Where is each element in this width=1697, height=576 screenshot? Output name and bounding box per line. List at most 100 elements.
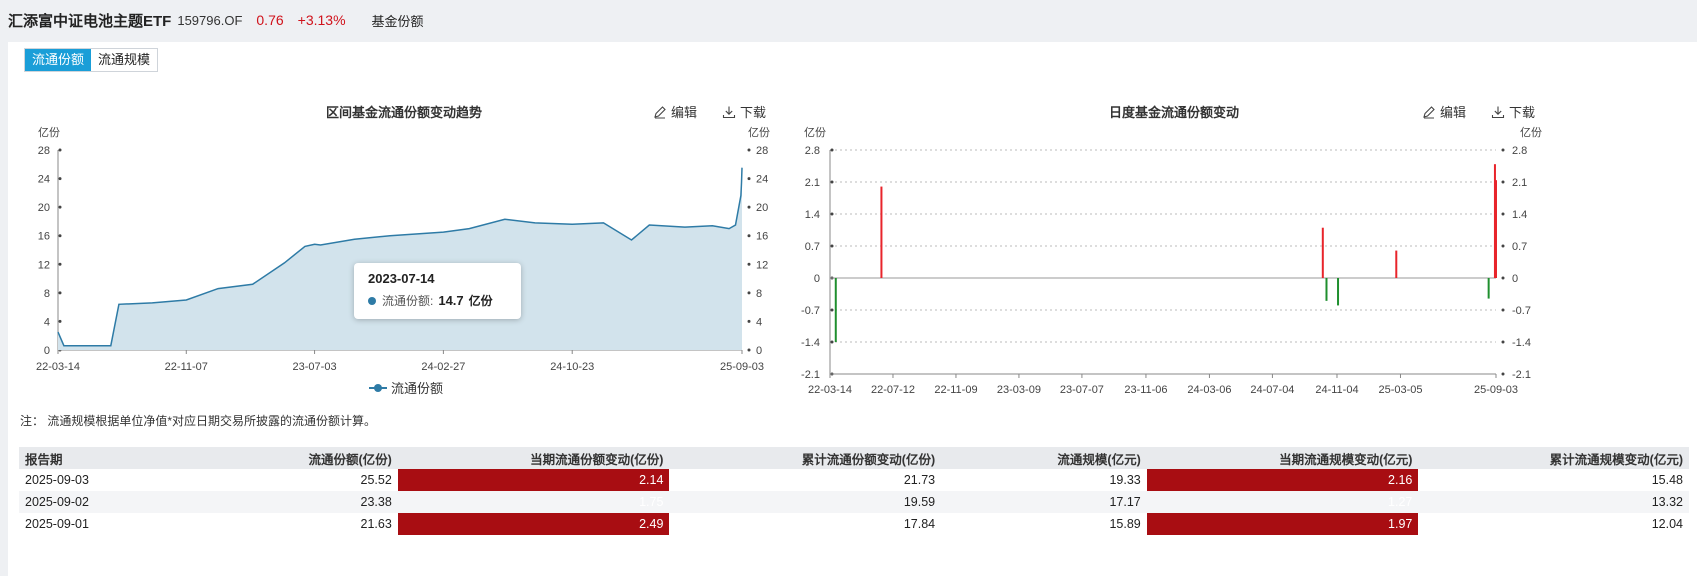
x-tick-label: 23-03-09 — [997, 384, 1041, 396]
y-tick-mark — [830, 180, 834, 184]
y-tick-label-right: 0 — [1512, 273, 1518, 285]
chart-legend[interactable]: 流通份额 — [369, 378, 443, 397]
col-period-scale-change[interactable]: 当期流通规模变动(亿元) — [1146, 447, 1419, 469]
shares-table: 报告期 流通份额(亿份) 当期流通份额变动(亿份) 累计流通份额变动(亿份) 流… — [19, 447, 1689, 535]
col-circulating-scale[interactable]: 流通规模(亿元) — [941, 447, 1147, 469]
y-tick-label-right: 0.7 — [1512, 241, 1527, 253]
x-tick-label: 25-03-05 — [1378, 384, 1422, 396]
fund-change: +3.13% — [297, 12, 346, 28]
y-tick-label-left: 2.1 — [805, 177, 820, 189]
y-tick-mark — [1501, 180, 1505, 184]
cell-cumulative-shares-change: 19.59 — [669, 491, 942, 513]
y-tick-mark — [1501, 308, 1505, 312]
col-period-shares-change[interactable]: 当期流通份额变动(亿份) — [397, 447, 670, 469]
y-tick-label-right: -0.7 — [1512, 305, 1531, 317]
tooltip-series-label: 流通份额: — [382, 294, 434, 308]
daily-change-bar — [1395, 250, 1398, 278]
fund-name: 汇添富中证电池主题ETF — [8, 12, 172, 30]
y-tick-label-right: -1.4 — [1512, 337, 1531, 349]
legend-line-marker — [369, 383, 387, 393]
footnote: 注： 流通规模根据单位净值*对应日期交易所披露的流通份额计算。 — [20, 414, 377, 428]
y-tick-label-right: 2.1 — [1512, 177, 1527, 189]
table-row: 2025-09-02 23.38 1.75 19.59 17.17 1.27 1… — [19, 491, 1689, 513]
daily-change-bar — [1337, 278, 1340, 306]
daily-change-bar — [1487, 278, 1490, 299]
x-tick-label: 25-09-03 — [1474, 384, 1518, 396]
tooltip-value: 14.7 — [438, 293, 464, 308]
x-tick-label: 24-07-04 — [1250, 384, 1294, 396]
y-tick-mark — [1501, 276, 1505, 280]
cell-cumulative-shares-change: 21.73 — [903, 473, 936, 487]
y-tick-mark — [1501, 340, 1505, 344]
cell-period-shares-change: 2.49 — [397, 513, 670, 535]
y-tick-label-left: -2.1 — [801, 369, 820, 381]
daily-change-bar — [1325, 278, 1328, 301]
y-axis-unit-left: 亿份 — [804, 126, 826, 139]
y-tick-label-right: 1.4 — [1512, 209, 1527, 221]
x-tick-label: 24-03-06 — [1187, 384, 1231, 396]
daily-change-bar — [834, 278, 837, 342]
daily-change-bar — [1495, 180, 1497, 278]
cell-period-shares-change: 2.14 — [397, 469, 670, 491]
x-tick-label: 22-03-14 — [808, 384, 852, 396]
y-tick-mark — [1501, 372, 1505, 376]
y-tick-mark — [830, 308, 834, 312]
y-tick-label-left: -0.7 — [801, 305, 820, 317]
x-tick-label: 23-11-06 — [1124, 384, 1167, 396]
y-tick-label-left: 2.8 — [805, 145, 820, 157]
table-row: 2025-09-03 25.52 2.14 21.73 19.33 2.16 1… — [19, 469, 1689, 491]
y-tick-label-left: -1.4 — [801, 337, 820, 349]
col-cumulative-scale-change[interactable]: 累计流通规模变动(亿元) — [1418, 447, 1689, 469]
y-tick-mark — [830, 340, 834, 344]
y-tick-mark — [1501, 244, 1505, 248]
x-tick-label: 24-11-04 — [1315, 384, 1358, 396]
y-tick-mark — [830, 148, 834, 152]
y-tick-label-left: 1.4 — [805, 209, 820, 221]
tooltip-unit: 亿份 — [468, 294, 493, 308]
cell-scale: 17.17 — [941, 491, 1147, 513]
cell-cumulative-shares-change: 17.84 — [903, 517, 936, 531]
fund-price: 0.76 — [256, 12, 284, 28]
y-tick-mark — [830, 212, 834, 216]
cell-date: 2025-09-01 — [25, 517, 89, 531]
cell-shares: 23.38 — [181, 491, 398, 513]
col-circulating-shares[interactable]: 流通份额(亿份) — [181, 447, 398, 469]
daily-change-bar — [880, 186, 883, 278]
y-tick-label-left: 0.7 — [805, 241, 820, 253]
cell-scale: 19.33 — [1109, 473, 1141, 487]
y-axis-unit-right: 亿份 — [1520, 126, 1542, 139]
cell-cumulative-scale-change: 12.04 — [1651, 517, 1683, 531]
content-card: 流通份额 流通规模 区间基金流通份额变动趋势 编辑 下载 日度基金流通份额变动 … — [8, 42, 1697, 576]
cell-date: 2025-09-02 — [19, 491, 182, 513]
fund-code: 159796.OF — [177, 12, 243, 28]
cell-period-scale-change: 1.27 — [1146, 491, 1419, 513]
cell-cumulative-scale-change: 15.48 — [1651, 473, 1683, 487]
cell-period-shares-change: 1.75 — [397, 491, 670, 513]
tooltip-date: 2023-07-14 — [368, 271, 435, 286]
fund-header: 汇添富中证电池主题ETF 159796.OF 0.76 +3.13% 基金份额 — [0, 0, 1697, 40]
cell-shares: 25.52 — [360, 473, 392, 487]
chart-tooltip: 2023-07-14 流通份额: 14.7 亿份 — [354, 263, 521, 319]
cell-cumulative-scale-change: 13.32 — [1418, 491, 1689, 513]
y-tick-label-left: 0 — [814, 273, 820, 285]
cell-scale: 15.89 — [1109, 517, 1141, 531]
cell-period-scale-change: 2.16 — [1146, 469, 1419, 491]
y-tick-mark — [1501, 148, 1505, 152]
cell-shares: 21.63 — [360, 517, 392, 531]
x-tick-label: 23-07-07 — [1060, 384, 1104, 396]
y-tick-label-right: 2.8 — [1512, 145, 1527, 157]
cell-period-scale-change: 1.97 — [1146, 513, 1419, 535]
y-tick-label-right: -2.1 — [1512, 369, 1531, 381]
table-row: 2025-09-01 21.63 2.49 17.84 15.89 1.97 1… — [19, 513, 1689, 535]
y-tick-mark — [830, 244, 834, 248]
col-report-period[interactable]: 报告期 — [19, 447, 182, 469]
x-tick-label: 22-07-12 — [871, 384, 915, 396]
section-label: 基金份额 — [371, 13, 424, 29]
table-header-row: 报告期 流通份额(亿份) 当期流通份额变动(亿份) 累计流通份额变动(亿份) 流… — [19, 447, 1689, 469]
daily-change-bar — [1321, 227, 1324, 278]
x-tick-label: 22-11-09 — [934, 384, 977, 396]
col-cumulative-shares-change[interactable]: 累计流通份额变动(亿份) — [669, 447, 942, 469]
cell-date: 2025-09-03 — [25, 473, 89, 487]
y-tick-mark — [1501, 212, 1505, 216]
legend-series-label: 流通份额 — [391, 381, 444, 396]
